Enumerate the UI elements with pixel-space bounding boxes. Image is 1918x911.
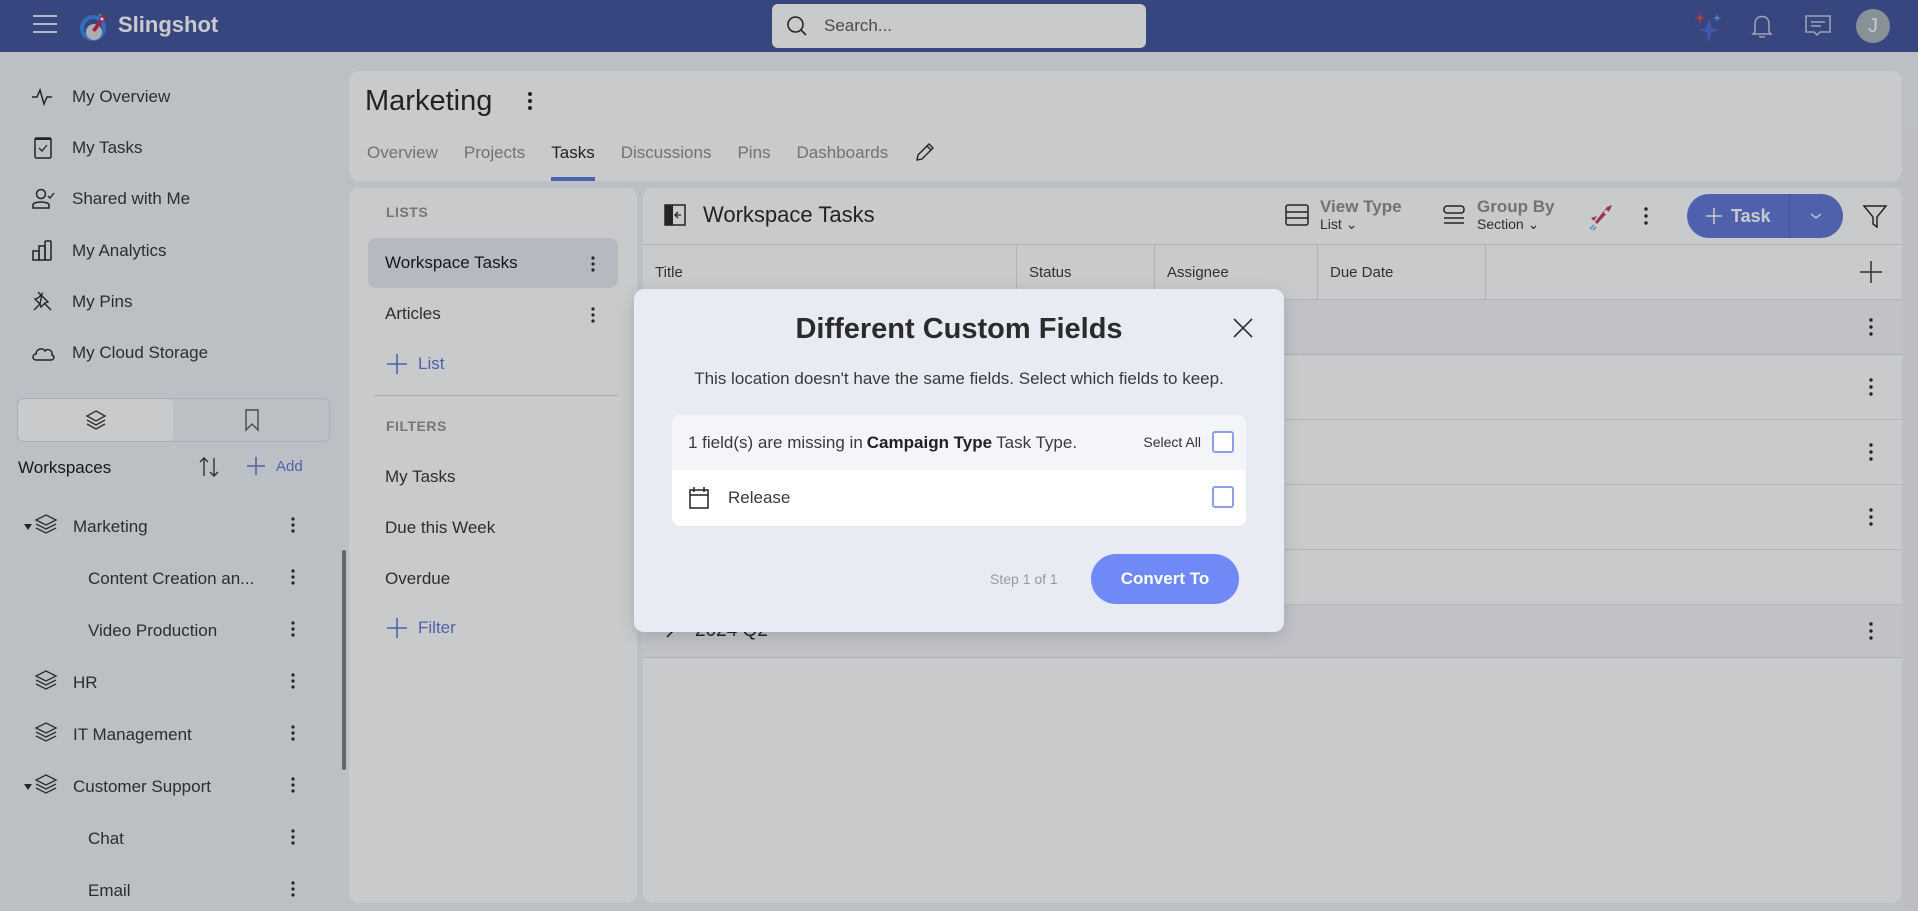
missing-fields-summary: 1 field(s) are missing in Campaign Type …	[672, 415, 1246, 470]
select-all-label: Select All	[1143, 434, 1201, 450]
dialog-subtitle: This location doesn't have the same fiel…	[694, 369, 1224, 388]
select-all-checkbox[interactable]	[1212, 431, 1234, 453]
task-type-name: Campaign Type	[866, 432, 993, 452]
select-all[interactable]: Select All	[1143, 431, 1234, 453]
dialog-title: Different Custom Fields	[795, 313, 1123, 345]
missing-suffix: Task Type.	[996, 432, 1078, 452]
field-row-release[interactable]: Release	[672, 470, 1246, 526]
close-icon[interactable]	[1231, 316, 1255, 340]
convert-to-button[interactable]: Convert To	[1091, 554, 1239, 604]
fields-list: 1 field(s) are missing in Campaign Type …	[672, 415, 1246, 526]
different-custom-fields-dialog: Different Custom Fields This location do…	[634, 289, 1284, 632]
missing-prefix: 1 field(s) are missing in	[688, 432, 863, 452]
field-label: Release	[728, 488, 791, 507]
calendar-icon	[689, 487, 709, 509]
step-indicator: Step 1 of 1	[990, 571, 1058, 587]
field-checkbox[interactable]	[1212, 486, 1234, 508]
